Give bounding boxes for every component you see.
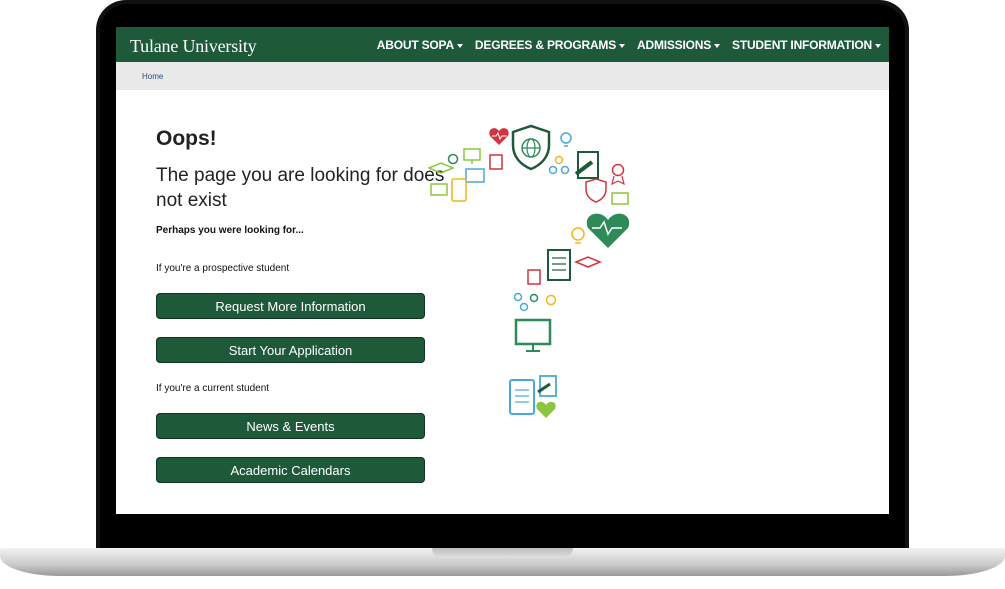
top-navigation: Tulane University ABOUT SOPA DEGREES & P… <box>116 27 889 62</box>
shield-globe-icon <box>511 124 551 171</box>
nav-item-student-information[interactable]: STUDENT INFORMATION <box>732 38 881 52</box>
suggestion-heading: Perhaps you were looking for... <box>156 225 304 236</box>
lightbulb-icon <box>447 153 459 165</box>
monitor-icon <box>463 148 481 164</box>
people-network-icon <box>548 155 570 175</box>
caret-down-icon <box>714 43 721 48</box>
caret-down-icon <box>619 43 626 48</box>
graduation-cap-icon <box>574 256 602 268</box>
heart-pulse-icon <box>586 213 630 248</box>
lightbulb-icon <box>545 294 557 306</box>
error-content: Oops! The page you are looking for does … <box>156 127 446 236</box>
request-more-information-button[interactable]: Request More Information <box>156 293 425 319</box>
caret-down-icon <box>875 43 881 48</box>
browser-screen: Tulane University ABOUT SOPA DEGREES & P… <box>116 27 889 514</box>
error-heading: Oops! <box>156 127 217 150</box>
academic-calendars-button[interactable]: Academic Calendars <box>156 457 425 483</box>
tablet-document-icon <box>547 249 571 281</box>
lightbulb-icon <box>560 132 572 147</box>
error-message: The page you are looking for does not ex… <box>156 165 445 211</box>
nav-item-about-sopa[interactable]: ABOUT SOPA <box>377 38 463 52</box>
nav-item-label: DEGREES & PROGRAMS <box>474 37 617 52</box>
document-gavel-icon <box>537 375 557 397</box>
document-gavel-icon <box>574 151 599 179</box>
caret-down-icon <box>456 43 463 48</box>
nav-item-admissions[interactable]: ADMISSIONS <box>637 37 721 52</box>
laptop-notch <box>432 548 573 558</box>
certificate-icon <box>430 183 448 196</box>
people-network-icon <box>513 292 539 312</box>
heart-pulse-icon <box>536 401 556 418</box>
news-events-button[interactable]: News & Events <box>156 413 425 439</box>
current-student-label: If you're a current student <box>156 383 270 394</box>
start-your-application-button[interactable]: Start Your Application <box>156 337 425 363</box>
monitor-icon <box>611 192 629 205</box>
tablet-icon <box>451 178 467 202</box>
site-logo[interactable]: Tulane University <box>130 36 257 57</box>
breadcrumb-home-link[interactable]: Home <box>142 72 163 81</box>
award-ribbon-icon <box>611 163 625 186</box>
nav-item-label: ABOUT SOPA <box>376 37 454 52</box>
nav-item-degrees-programs[interactable]: DEGREES & PROGRAMS <box>474 37 626 52</box>
nav-item-label: ADMISSIONS <box>637 37 712 52</box>
breadcrumb-bar: Home <box>116 62 889 90</box>
lightbulb-icon <box>571 227 585 244</box>
shield-globe-icon <box>585 178 607 203</box>
main-menu: ABOUT SOPA DEGREES & PROGRAMS ADMISSIONS… <box>377 27 881 62</box>
document-gavel-icon <box>527 269 541 285</box>
chart-screen-icon <box>465 168 485 183</box>
heart-icon <box>489 128 509 145</box>
graduation-cap-icon <box>427 162 455 174</box>
monitor-icon <box>514 318 552 352</box>
question-mark-illustration <box>427 124 630 418</box>
pen-paper-icon <box>489 154 503 170</box>
tablet-icon <box>509 379 535 415</box>
prospective-student-label: If you're a prospective student <box>156 263 290 274</box>
nav-item-label: STUDENT INFORMATION <box>732 37 872 52</box>
